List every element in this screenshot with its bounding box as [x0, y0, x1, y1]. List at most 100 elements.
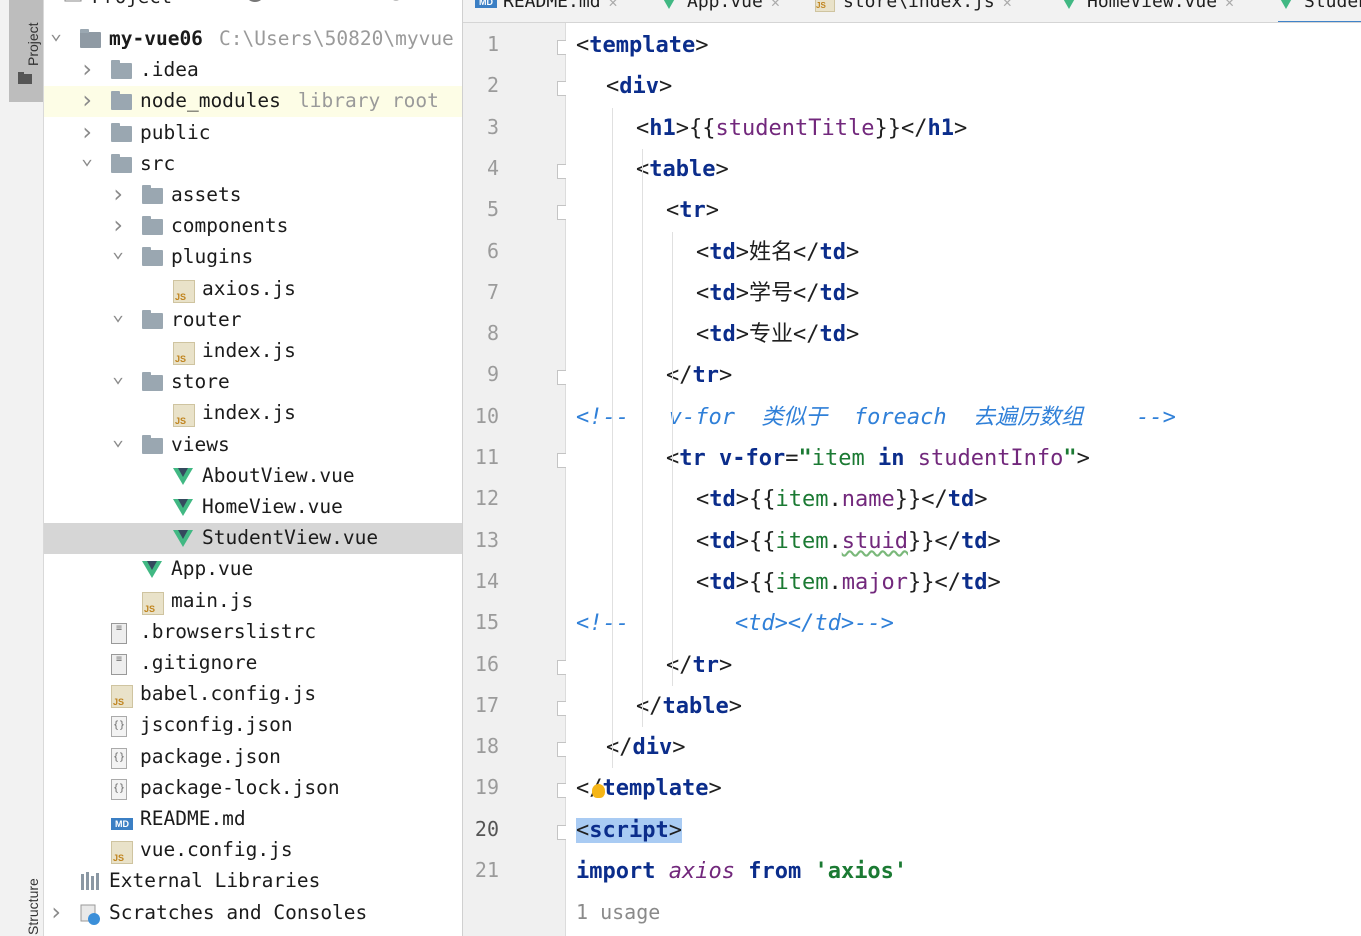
code-line: <tr v-for="item in studentInfo"> — [666, 446, 1090, 471]
left-edge — [0, 0, 9, 936]
code-line: <div> — [606, 74, 673, 100]
line-number: 14 — [474, 568, 499, 593]
folder-icon — [111, 60, 132, 80]
tool-window-strip — [9, 0, 44, 936]
line-number: 20 — [474, 816, 499, 841]
close-icon[interactable]: ✕ — [771, 0, 780, 11]
gear-icon[interactable] — [386, 0, 406, 4]
project-view-icon — [64, 0, 82, 2]
tree-item-hint: library root — [298, 89, 439, 113]
tree-item-label: babel.config.js — [140, 682, 317, 706]
folder-icon — [142, 247, 163, 267]
tree-item[interactable]: ⌄ router — [44, 301, 462, 336]
chevron-down-icon[interactable]: ⌄ — [110, 238, 126, 262]
editor-tab-bar: MD README.md ✕ App.vue ✕ JS store\index.js ✕ Hom… — [463, 0, 1361, 23]
tree-item[interactable]: ⌄ my-vue06 C:\Users\50820\myvue — [44, 20, 462, 55]
tree-item[interactable]: HomeView.vue — [44, 492, 462, 523]
chevron-down-icon[interactable]: ⌄ — [110, 363, 126, 387]
chevron-down-icon[interactable]: ⌄ — [48, 20, 64, 44]
close-icon[interactable]: ✕ — [1003, 0, 1012, 11]
editor-tab[interactable]: StudentView.vue — [1278, 0, 1361, 22]
tree-item-label: views — [171, 432, 230, 456]
code-line: <template> — [576, 33, 709, 58]
chevron-right-icon[interactable]: › — [79, 55, 95, 83]
chevron-right-icon[interactable]: › — [79, 118, 95, 146]
collapse-all-icon[interactable] — [332, 0, 352, 4]
expand-all-icon[interactable] — [290, 0, 310, 4]
project-panel-header: Project ▾ — [44, 0, 462, 10]
close-icon[interactable]: ✕ — [609, 0, 618, 11]
tree-item[interactable]: App.vue — [44, 554, 462, 585]
indent-guide — [672, 231, 673, 686]
line-number: 1 — [486, 32, 499, 56]
line-number: 15 — [474, 610, 499, 635]
lightbulb-icon[interactable] — [592, 784, 605, 798]
tree-item-label: HomeView.vue — [202, 495, 343, 518]
chevron-right-icon[interactable]: › — [79, 86, 95, 114]
tree-item[interactable]: JS index.js — [44, 398, 462, 429]
tree-item[interactable]: JS main.js — [44, 586, 462, 617]
line-number: 16 — [474, 651, 499, 676]
minimize-icon[interactable] — [428, 0, 448, 4]
tree-item[interactable]: › components — [44, 211, 462, 242]
editor-tab[interactable]: MD README.md ✕ — [475, 0, 618, 21]
code-line: <td>{{item.stuid}}</td> — [696, 528, 1001, 554]
tree-item[interactable]: JS index.js — [44, 336, 462, 367]
code-line: <td>{{item.name}}</td> — [696, 487, 988, 513]
tree-item[interactable]: JS axios.js — [44, 274, 462, 305]
editor-tab[interactable]: App.vue ✕ — [661, 0, 780, 21]
tree-item[interactable]: › node_modules library root — [44, 86, 462, 118]
chevron-down-icon[interactable]: ⌄ — [110, 301, 126, 325]
tree-item[interactable]: ⌄ src — [44, 145, 462, 180]
tree-item[interactable]: StudentView.vue — [44, 523, 462, 555]
tree-item[interactable]: JS vue.config.js — [44, 835, 462, 866]
line-number: 13 — [474, 527, 499, 552]
json-file-icon: {} — [111, 716, 127, 738]
project-tool-button[interactable]: Project — [9, 0, 43, 102]
chevron-down-icon[interactable]: ▾ — [200, 0, 211, 6]
tree-item[interactable]: ≡ .browserslistrc — [44, 617, 462, 648]
code-editor[interactable]: <template> <div> <h1>{{studentTitle}}</h1>… — [566, 23, 1361, 936]
editor-tab[interactable]: HomeView.vue ✕ — [1061, 0, 1234, 21]
folder-icon — [111, 91, 132, 111]
markdown-file-icon: MD — [475, 0, 497, 8]
editor-tab[interactable]: JS store\index.js ✕ — [815, 0, 1012, 21]
tree-item[interactable]: {} jsconfig.json — [44, 710, 462, 741]
close-icon[interactable]: ✕ — [1225, 0, 1234, 11]
tree-item[interactable]: MD README.md — [44, 804, 462, 835]
tree-item[interactable]: JS babel.config.js — [44, 679, 462, 710]
chevron-right-icon[interactable]: › — [48, 898, 64, 926]
tree-item[interactable]: External Libraries — [44, 866, 462, 897]
tree-item[interactable]: {} package-lock.json — [44, 773, 462, 804]
js-file-icon: JS — [111, 685, 133, 709]
tree-item-label: plugins — [171, 245, 254, 269]
line-number: 2 — [486, 73, 499, 98]
tree-item[interactable]: ⌄ plugins — [44, 238, 462, 273]
chevron-down-icon[interactable]: ⌄ — [79, 145, 95, 169]
tree-item[interactable]: › .idea — [44, 55, 462, 86]
tree-item-label: components — [171, 214, 289, 238]
tree-item[interactable]: › Scratches and Consoles — [44, 898, 462, 929]
chevron-right-icon[interactable]: › — [110, 211, 126, 239]
editor-tab-label: App.vue — [687, 0, 763, 12]
tree-item[interactable]: › public — [44, 118, 462, 149]
folder-icon — [142, 434, 163, 454]
editor-tab-label: StudentView.vue — [1304, 0, 1361, 12]
tree-item[interactable]: {} package.json — [44, 742, 462, 773]
tree-item-label: .browserslistrc — [140, 619, 317, 643]
chevron-down-icon[interactable]: ⌄ — [110, 426, 126, 450]
tree-item[interactable]: ≡ .gitignore — [44, 648, 462, 679]
tree-item-label: vue.config.js — [140, 838, 293, 862]
tree-item-label: public — [140, 120, 211, 144]
structure-tool-button[interactable]: Structure — [9, 878, 43, 936]
tree-item[interactable]: ⌄ views — [44, 426, 462, 461]
tree-item[interactable]: ⌄ store — [44, 363, 462, 398]
tree-item-label: External Libraries — [109, 869, 321, 893]
code-line: <td>专业</td> — [696, 322, 860, 348]
markdown-file-icon: MD — [111, 818, 133, 830]
chevron-right-icon[interactable]: › — [110, 180, 126, 208]
vue-file-icon — [173, 467, 193, 485]
tree-item[interactable]: AboutView.vue — [44, 461, 462, 492]
locate-file-icon[interactable] — [244, 0, 266, 4]
tree-item[interactable]: › assets — [44, 180, 462, 211]
